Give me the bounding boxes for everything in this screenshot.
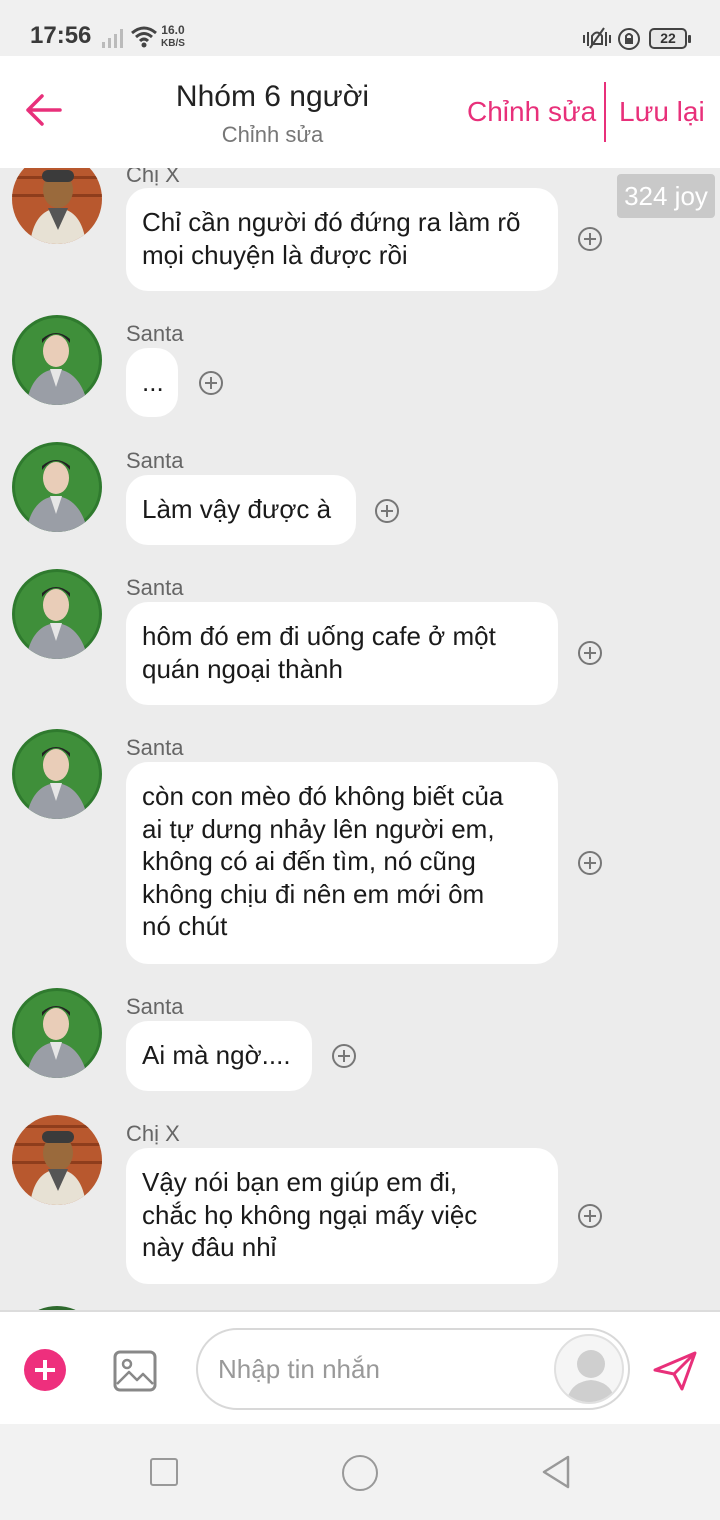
nav-back-icon[interactable] <box>540 1454 572 1490</box>
chat-header: Nhóm 6 người Chỉnh sửa Chỉnh sửa Lưu lại <box>0 56 720 168</box>
message-bubble[interactable]: Vậy nói bạn em giúp em đi, chắc họ không… <box>126 1148 558 1284</box>
edit-button[interactable]: Chỉnh sửa <box>467 96 596 128</box>
chat-screen: 17:56 16.0 KB/S 22 Nhóm 6 người Chỉnh sử… <box>0 0 720 1520</box>
image-icon[interactable] <box>113 1350 157 1392</box>
add-reaction-icon[interactable] <box>577 640 603 666</box>
network-speed: 16.0 KB/S <box>161 23 185 50</box>
signal-icon <box>102 29 123 48</box>
avatar-santa[interactable] <box>12 729 102 819</box>
message-input-placeholder: Nhập tin nhắn <box>218 1354 380 1384</box>
add-reaction-icon[interactable] <box>577 850 603 876</box>
message-bubble[interactable]: còn con mèo đó không biết của ai tự dưng… <box>126 762 558 964</box>
back-arrow-icon[interactable] <box>24 90 64 130</box>
header-divider <box>604 82 606 142</box>
avatar-santa[interactable] <box>12 988 102 1078</box>
rotation-lock-icon <box>618 28 640 50</box>
group-subtitle: Chỉnh sửa <box>221 122 324 147</box>
message-bubble[interactable]: Chỉ cần người đó đứng ra làm rõ mọi chuy… <box>126 188 558 291</box>
message-input-bar: Nhập tin nhắn <box>0 1310 720 1424</box>
message-bubble[interactable]: hôm đó em đi uống cafe ở một quán ngoại … <box>126 602 558 705</box>
message-bubble[interactable]: Làm vậy được à <box>126 475 356 545</box>
add-reaction-icon[interactable] <box>577 226 603 252</box>
status-bar: 17:56 16.0 KB/S 22 <box>0 0 720 56</box>
add-reaction-icon[interactable] <box>577 1203 603 1229</box>
message-bubble[interactable]: Ai mà ngờ.... <box>126 1021 312 1091</box>
avatar-santa[interactable] <box>12 442 102 532</box>
home-button[interactable] <box>342 1455 378 1491</box>
avatar-chi-x[interactable] <box>12 168 102 244</box>
message-input[interactable]: Nhập tin nhắn <box>196 1328 630 1410</box>
user-avatar[interactable] <box>554 1334 624 1404</box>
group-title: Nhóm 6 người <box>175 80 370 113</box>
status-time: 17:56 <box>30 22 92 49</box>
avatar-santa[interactable] <box>12 569 102 659</box>
add-reaction-icon[interactable] <box>198 370 224 396</box>
add-reaction-icon[interactable] <box>374 498 400 524</box>
save-button[interactable]: Lưu lại <box>619 96 705 128</box>
joy-badge: 324 joy <box>617 174 715 218</box>
send-icon[interactable] <box>652 1350 698 1392</box>
message-list[interactable]: Chị X Chỉ cần người đó đứng ra làm rõ mọ… <box>0 168 720 1310</box>
add-reaction-icon[interactable] <box>331 1043 357 1069</box>
battery-indicator: 22 <box>649 28 691 49</box>
add-attachment-button[interactable] <box>24 1349 66 1391</box>
message-bubble[interactable]: ... <box>126 348 178 417</box>
wifi-icon <box>131 26 157 48</box>
recent-apps-button[interactable] <box>150 1458 178 1486</box>
avatar-santa[interactable] <box>12 315 102 405</box>
system-nav-bar <box>0 1424 720 1520</box>
vibrate-off-icon <box>583 27 611 49</box>
avatar-chi-x[interactable] <box>12 1115 102 1205</box>
